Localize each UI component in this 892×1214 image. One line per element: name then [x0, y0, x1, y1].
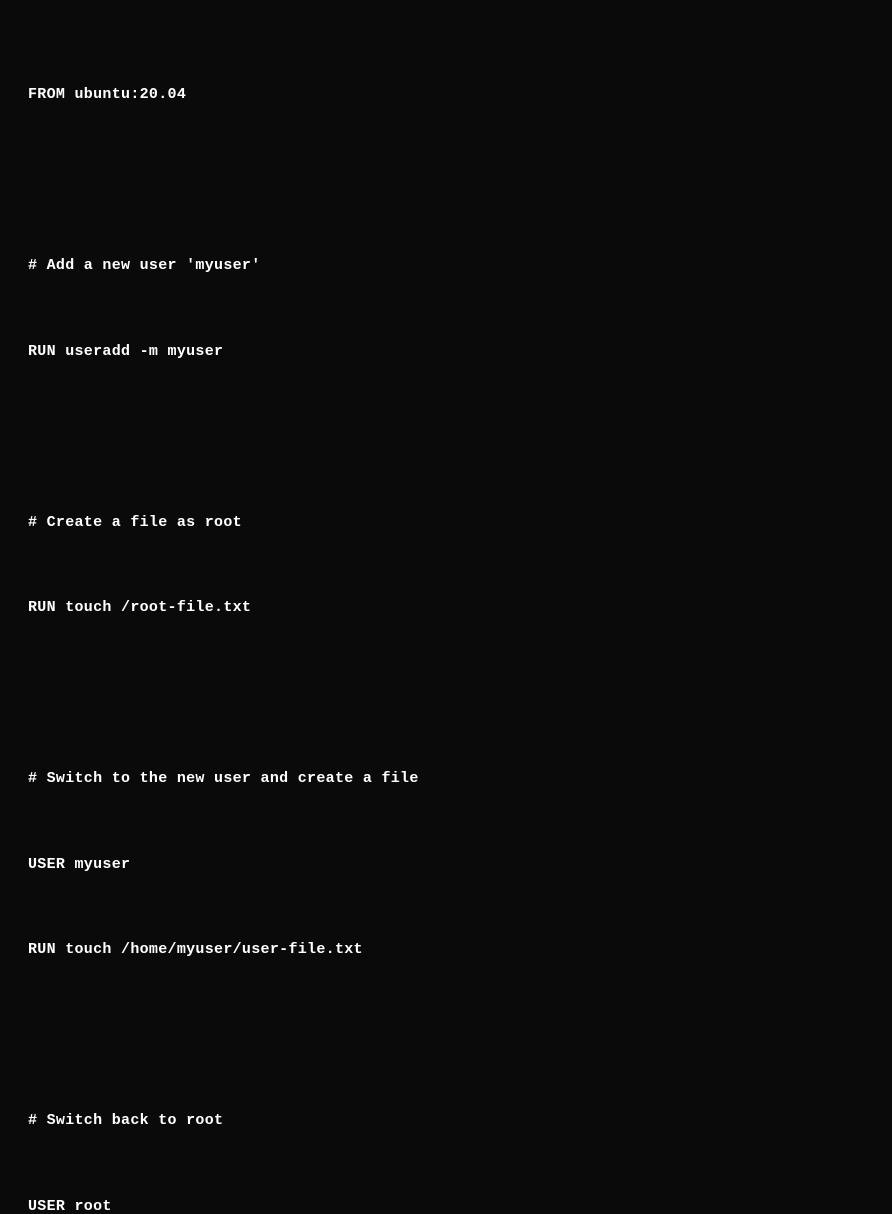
code-line [28, 167, 864, 196]
code-line: RUN touch /home/myuser/user-file.txt [28, 936, 864, 965]
code-line: # Switch to the new user and create a fi… [28, 765, 864, 794]
code-line: # Create a file as root [28, 509, 864, 538]
code-line: # Add a new user 'myuser' [28, 252, 864, 281]
code-line: RUN touch /root-file.txt [28, 594, 864, 623]
code-line: # Switch back to root [28, 1107, 864, 1136]
code-line: USER myuser [28, 851, 864, 880]
code-line [28, 423, 864, 452]
code-line: FROM ubuntu:20.04 [28, 81, 864, 110]
code-line: USER root [28, 1193, 864, 1214]
code-line [28, 680, 864, 709]
dockerfile-code-block: FROM ubuntu:20.04 # Add a new user 'myus… [28, 24, 864, 1214]
code-line [28, 1022, 864, 1051]
code-line: RUN useradd -m myuser [28, 338, 864, 367]
